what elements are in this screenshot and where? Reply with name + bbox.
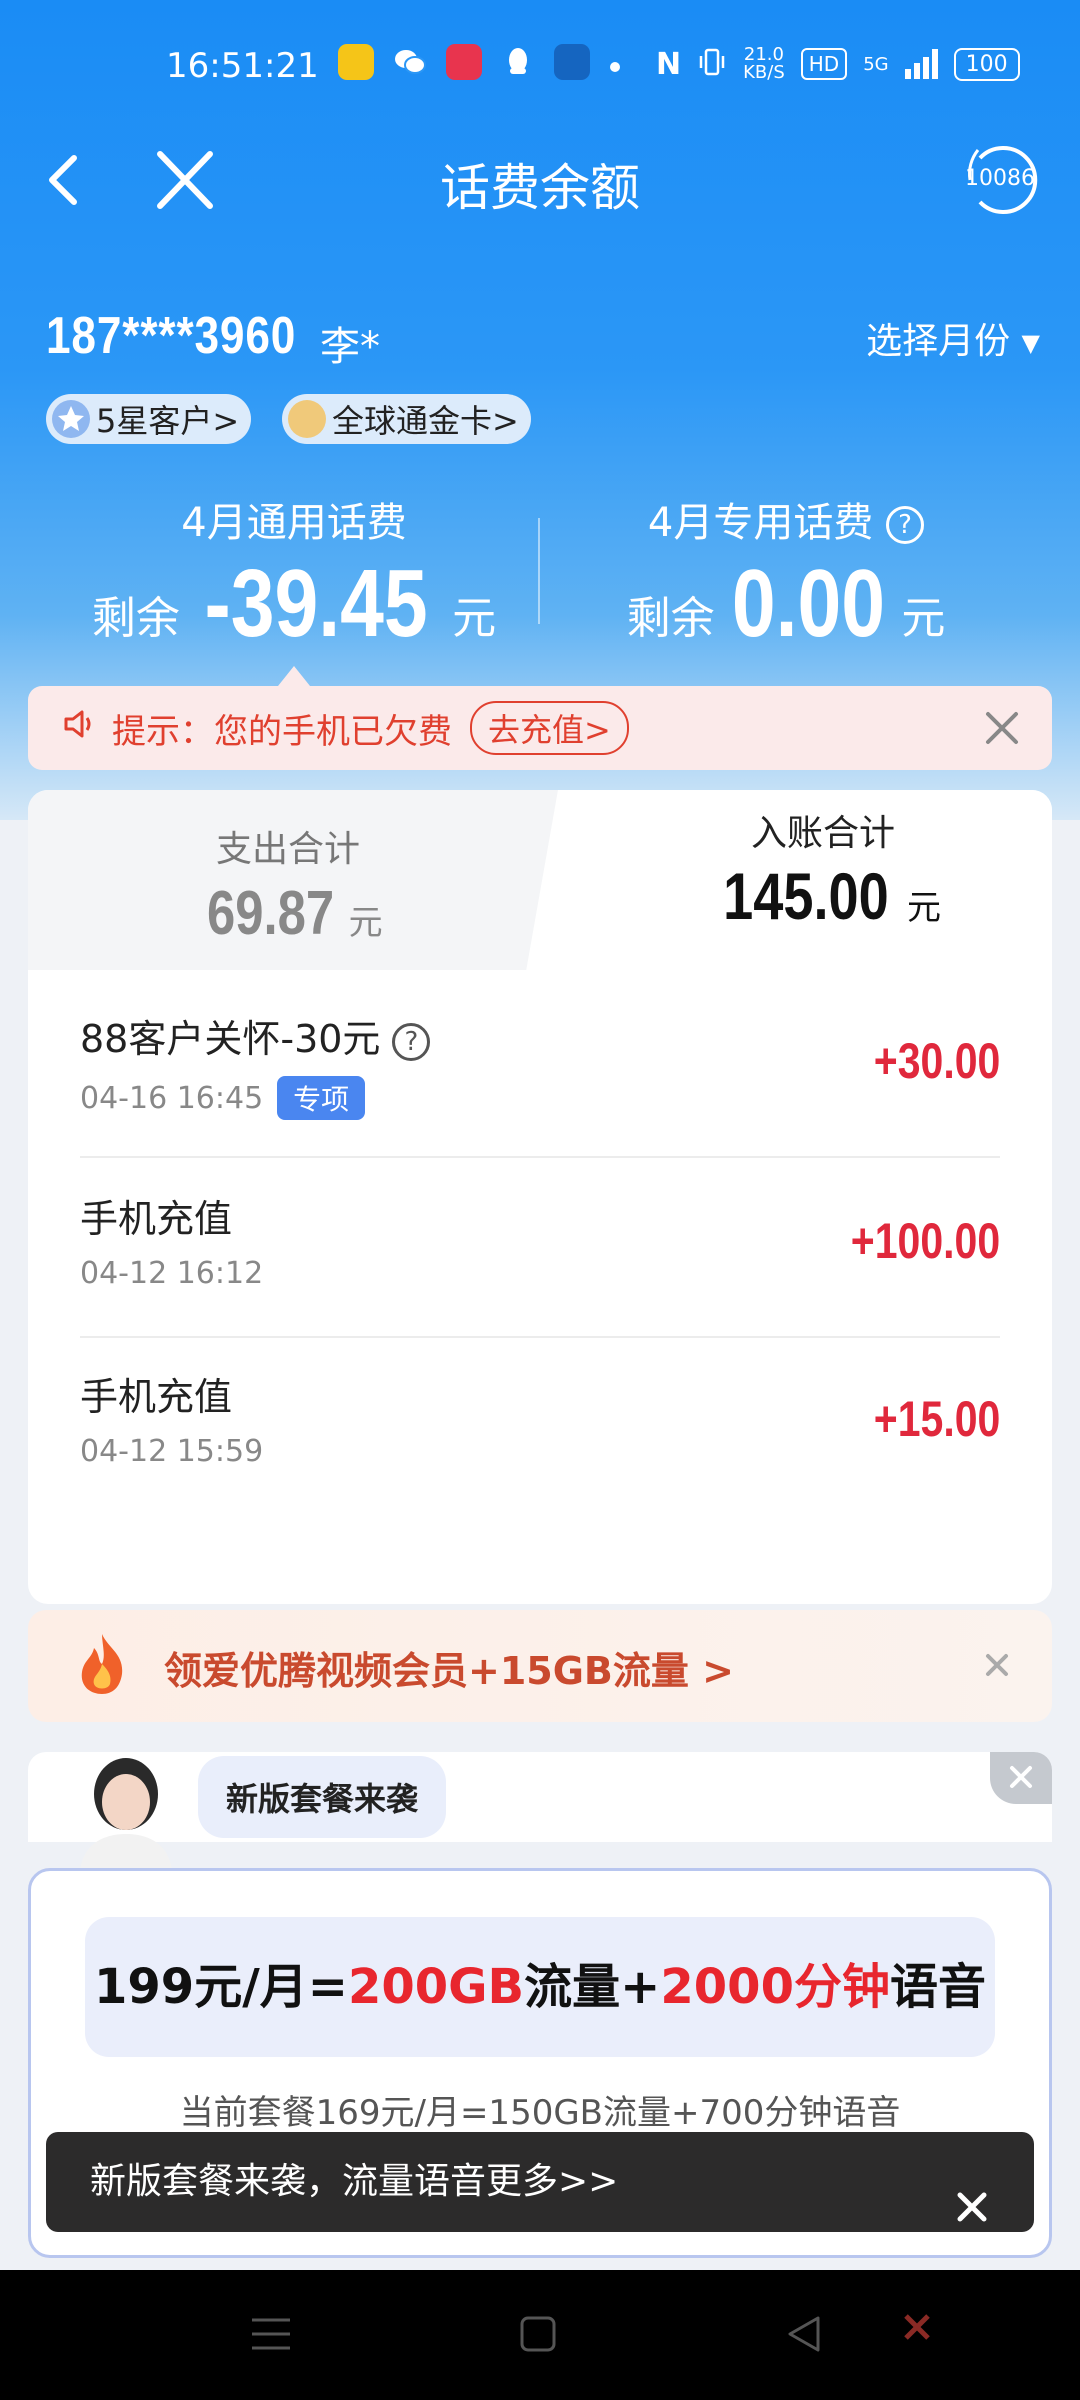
status-time: 16:51:21 — [166, 46, 319, 86]
general-balance-value: -39.45 — [204, 550, 428, 657]
assistant-avatar — [70, 1750, 200, 1870]
transaction-title: 88客户关怀-30元 — [80, 1017, 381, 1061]
wechat-icon — [392, 44, 428, 80]
transactions-card: 支出合计 69.87 元 入账合计 145.00 元 88客户关怀-30元? 04-… — [28, 790, 1052, 1604]
offer-price: 199元/月= — [94, 1959, 348, 2015]
general-balance-label: 4月通用话费 — [181, 500, 407, 546]
status-app-icons — [338, 44, 590, 80]
income-label: 入账合计 — [750, 813, 895, 854]
help-icon[interactable]: ? — [392, 1022, 431, 1061]
browser-app-icon — [554, 44, 590, 80]
transaction-time: 04-12 15:59 — [80, 1434, 264, 1469]
notice-text: 提示：您的手机已欠费 — [112, 711, 452, 752]
promo-banner[interactable]: 领爱优腾视频会员+15GB流量 > — [28, 1610, 1052, 1722]
package-offer[interactable]: 199元/月=200GB流量+2000分钟语音 — [85, 1917, 995, 2057]
customer-level-tag[interactable]: 5星客户> — [46, 394, 252, 444]
special-badge: 专项 — [277, 1076, 366, 1120]
income-unit: 元 — [906, 888, 941, 928]
current-package: 当前套餐169元/月=150GB流量+700分钟语音 — [179, 2093, 901, 2133]
transaction-row[interactable]: 手机充值 04-12 16:12 +100.00 — [80, 1160, 1000, 1338]
expense-value: 69.87 — [207, 879, 335, 948]
customer-level-label: 5星客户> — [96, 402, 240, 440]
package-close-button[interactable] — [990, 1752, 1052, 1804]
promo-close-icon[interactable] — [982, 1650, 1012, 1680]
network-speed: 21.0 KB/S — [743, 46, 785, 82]
qq-icon — [500, 44, 536, 80]
hd-badge: HD — [800, 48, 848, 80]
toast-message: 新版套餐来袭，流量语音更多>> — [46, 2132, 1034, 2232]
arrears-notice: 提示：您的手机已欠费 去充值> — [28, 686, 1052, 770]
navigation-bar: 话费余额 10086 — [0, 140, 1080, 220]
video-app-icon — [338, 44, 374, 80]
special-balance-prefix: 剩余 — [626, 593, 715, 644]
fire-icon — [72, 1630, 132, 1700]
offer-data-suffix: 流量+ — [524, 1959, 661, 2015]
speaker-icon — [62, 708, 98, 749]
tab-expense[interactable]: 支出合计 69.87 元 — [108, 820, 468, 949]
notice-close-icon[interactable] — [978, 704, 1026, 752]
transaction-row[interactable]: 88客户关怀-30元? 04-16 16:45 专项 +30.00 — [80, 980, 1000, 1158]
battery-level: 100 — [965, 51, 1008, 77]
transaction-amount: +30.00 — [873, 1033, 1000, 1089]
back-nav-icon[interactable] — [784, 2314, 824, 2358]
recharge-button[interactable]: 去充值> — [470, 701, 629, 755]
toast-close-icon[interactable] — [954, 2164, 990, 2222]
notification-dot — [610, 62, 620, 72]
package-bubble: 新版套餐来袭 — [198, 1756, 447, 1838]
customer-service-button[interactable]: 10086 — [960, 140, 1040, 220]
special-balance-label: 4月专用话费 — [647, 500, 874, 546]
watermark-logo — [902, 2312, 932, 2346]
dropdown-icon: ▼ — [1021, 329, 1040, 357]
transaction-row[interactable]: 手机充值 04-12 15:59 +15.00 — [80, 1338, 1000, 1516]
transaction-amount: +100.00 — [850, 1213, 1000, 1269]
special-balance-value: 0.00 — [731, 550, 885, 657]
card-type-tag[interactable]: 全球通金卡> — [282, 394, 531, 444]
battery-indicator: 100 — [953, 47, 1020, 81]
card-type-label: 全球通金卡> — [332, 402, 519, 440]
home-icon[interactable] — [518, 2314, 558, 2358]
promo-text: 领爱优腾视频会员+15GB流量 > — [164, 1649, 734, 1693]
status-indicators: N 21.0 KB/S HD 5G 100 — [656, 46, 1020, 82]
help-icon[interactable]: ? — [886, 506, 925, 544]
special-balance: 4月专用话费 ? 剩余 0.00 元 — [536, 490, 1036, 654]
star-icon — [52, 400, 90, 438]
service-number: 10086 — [965, 166, 1035, 191]
status-bar: 16:51:21 N 21.0 KB/S HD 5G 100 — [0, 38, 1080, 102]
account-name: 李* — [320, 324, 380, 370]
general-balance: 4月通用话费 剩余 -39.45 元 — [44, 490, 544, 654]
signal-type: 5G — [863, 53, 889, 75]
general-balance-unit: 元 — [452, 593, 497, 644]
offer-minutes-suffix: 语音 — [889, 1959, 986, 2015]
tab-income[interactable]: 入账合计 145.00 元 — [628, 804, 1018, 934]
transaction-title: 手机充值 — [80, 1375, 233, 1419]
vibrate-icon — [697, 47, 727, 82]
transaction-amount: +15.00 — [873, 1391, 1000, 1447]
month-picker-label: 选择月份 — [866, 321, 1011, 362]
expense-unit: 元 — [348, 903, 383, 943]
offer-minutes: 2000分钟 — [660, 1959, 890, 2015]
page-title: 话费余额 — [440, 159, 640, 217]
transaction-title: 手机充值 — [80, 1197, 233, 1241]
network-speed-unit: KB/S — [743, 62, 785, 83]
month-picker[interactable]: 选择月份 ▼ — [866, 312, 1040, 364]
special-balance-unit: 元 — [901, 593, 946, 644]
transaction-time: 04-12 16:12 — [80, 1256, 264, 1291]
offer-data: 200GB — [347, 1959, 525, 2015]
phone-number: 187****3960 — [46, 307, 297, 365]
shopping-app-icon — [446, 44, 482, 80]
expense-label: 支出合计 — [215, 829, 360, 870]
income-value: 145.00 — [723, 859, 889, 933]
general-balance-prefix: 剩余 — [91, 593, 180, 644]
gold-card-icon — [288, 400, 326, 438]
nfc-icon: N — [656, 46, 682, 82]
transaction-time: 04-16 16:45 — [80, 1080, 264, 1116]
notice-pointer — [278, 666, 310, 686]
signal-bars-icon — [904, 49, 938, 79]
toast-text: 新版套餐来袭，流量语音更多>> — [90, 2161, 619, 2202]
menu-icon[interactable] — [250, 2314, 292, 2358]
